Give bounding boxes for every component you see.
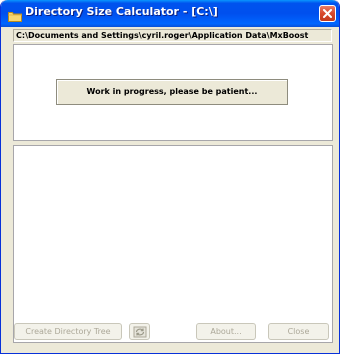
app-window: Directory Size Calculator - [C:\] C:\Doc… bbox=[0, 0, 340, 354]
title-bar[interactable]: Directory Size Calculator - [C:\] bbox=[1, 0, 339, 27]
status-panel: Work in progress, please be patient... bbox=[13, 44, 333, 141]
progress-message: Work in progress, please be patient... bbox=[56, 79, 288, 105]
client-area: C:\Documents and Settings\cyril.roger\Ap… bbox=[4, 27, 336, 351]
refresh-icon bbox=[133, 326, 147, 338]
path-display: C:\Documents and Settings\cyril.roger\Ap… bbox=[13, 29, 332, 42]
refresh-button[interactable] bbox=[129, 323, 150, 340]
window-title: Directory Size Calculator - [C:\] bbox=[25, 5, 218, 18]
close-icon bbox=[323, 9, 332, 18]
create-directory-tree-button[interactable]: Create Directory Tree bbox=[14, 323, 122, 340]
close-button[interactable]: Close bbox=[268, 323, 329, 340]
folder-icon bbox=[8, 7, 22, 22]
about-button[interactable]: About... bbox=[196, 323, 256, 340]
close-window-button[interactable] bbox=[319, 5, 336, 22]
directory-tree-panel[interactable] bbox=[13, 145, 333, 343]
